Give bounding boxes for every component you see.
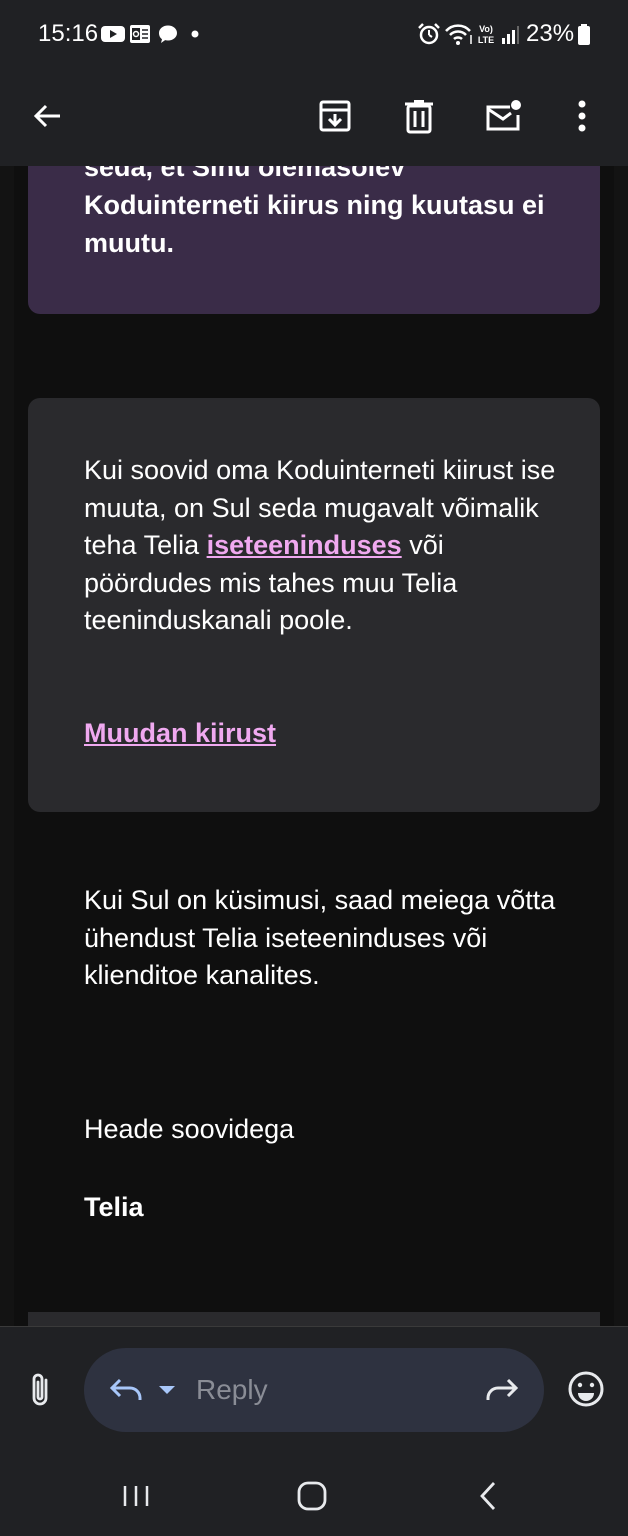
closing-text: Heade soovidega xyxy=(84,1114,295,1144)
mark-unread-icon xyxy=(486,100,521,131)
emoji-icon[interactable] xyxy=(566,1369,606,1409)
dot-icon xyxy=(191,30,199,38)
battery-icon xyxy=(578,24,590,45)
attachment-icon xyxy=(32,1373,48,1406)
footer-card-edge xyxy=(28,1312,600,1326)
highlight-text: seda, et Sinu olemasolev Koduinterneti k… xyxy=(84,166,545,258)
info-card-highlight: seda, et Sinu olemasolev Koduinterneti k… xyxy=(28,166,600,314)
home-icon[interactable] xyxy=(294,1478,330,1514)
change-speed-link[interactable]: Muudan kiirust xyxy=(84,718,276,749)
back-arrow-icon xyxy=(33,104,60,128)
archive-button[interactable] xyxy=(307,88,363,144)
dropdown-icon[interactable] xyxy=(156,1380,178,1400)
chat-bubble-icon xyxy=(159,25,177,43)
volte-icon: Vo) LTE xyxy=(478,24,494,45)
svg-text:Vo): Vo) xyxy=(479,24,493,34)
mark-unread-button[interactable] xyxy=(475,88,531,144)
signal-icon xyxy=(502,26,519,44)
signature: Telia xyxy=(84,1192,144,1222)
forward-icon[interactable] xyxy=(484,1374,520,1406)
youtube-icon xyxy=(101,26,125,42)
more-options-button[interactable] xyxy=(554,88,610,144)
back-button[interactable] xyxy=(20,88,76,144)
reply-placeholder[interactable]: Reply xyxy=(196,1374,268,1406)
battery-percentage: 23% xyxy=(526,20,575,47)
self-service-link[interactable]: iseteeninduses xyxy=(207,530,402,560)
email-body[interactable]: seda, et Sinu olemasolev Koduinterneti k… xyxy=(0,166,628,1326)
recents-icon[interactable] xyxy=(118,1480,154,1512)
outlook-icon xyxy=(130,25,150,43)
back-icon[interactable] xyxy=(474,1478,504,1514)
svg-text:LTE: LTE xyxy=(478,35,494,45)
reply-icon[interactable] xyxy=(108,1374,144,1406)
info-card: Kui soovid oma Koduinterneti kiirust ise… xyxy=(28,398,600,812)
wifi-icon xyxy=(445,24,472,45)
contact-paragraph: Kui Sul on küsimusi, saad meiega võtta ü… xyxy=(84,885,556,991)
delete-icon xyxy=(405,100,433,134)
attach-button[interactable] xyxy=(22,1370,62,1410)
status-time: 15:16 xyxy=(38,20,99,47)
alarm-icon xyxy=(418,23,440,45)
more-vert-icon xyxy=(578,100,586,132)
reply-field[interactable] xyxy=(84,1348,544,1432)
info-card-text: Kui soovid oma Koduinterneti kiirust ise… xyxy=(84,452,564,640)
archive-icon xyxy=(319,100,351,132)
delete-button[interactable] xyxy=(391,88,447,144)
